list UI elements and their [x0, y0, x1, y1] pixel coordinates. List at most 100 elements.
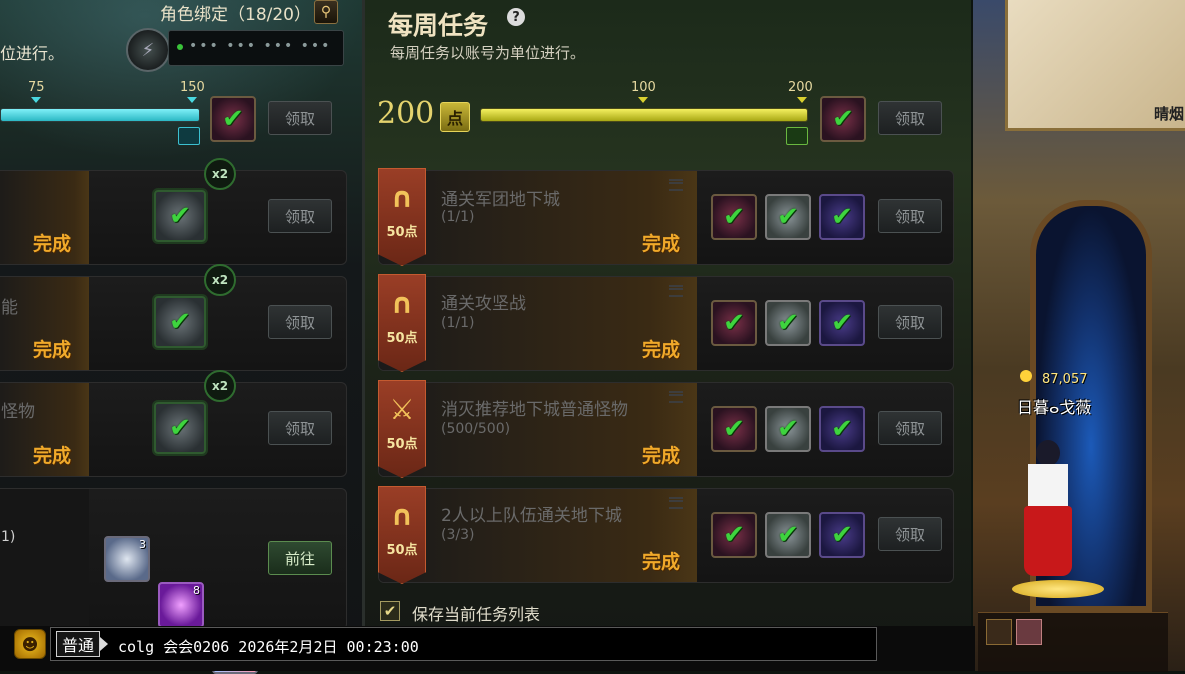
tick-marker [187, 97, 197, 103]
go-button[interactable]: 前往 [268, 541, 332, 575]
player-score: 87,057 [1042, 372, 1088, 387]
help-icon[interactable]: ? [507, 8, 525, 26]
points-badge: 点 [440, 102, 470, 132]
save-list-label: 保存当前任务列表 [412, 605, 541, 624]
claim-button[interactable]: 领取 [878, 517, 942, 551]
check-icon: ✔ [831, 520, 853, 550]
reward-item[interactable]: ✔ [765, 406, 811, 452]
chest-icon[interactable] [178, 127, 200, 145]
chat-message: colg 会会0206 2026年2月2日 00:23:00 [118, 638, 419, 656]
reward-item[interactable]: ✔ [765, 300, 811, 346]
check-icon: ✔ [831, 202, 853, 232]
drag-handle-icon[interactable] [669, 285, 683, 297]
reward-item[interactable]: ✔ [711, 194, 757, 240]
tick-marker [797, 97, 807, 103]
reward-item[interactable]: ✔ [819, 512, 865, 558]
weekly-reward-box[interactable]: ✔ [820, 96, 866, 142]
weekly-task-row: 通关攻坚战 (1/1) 完成 [378, 276, 954, 371]
player-character[interactable] [1018, 440, 1078, 590]
check-icon: ✔ [169, 413, 191, 443]
points-banner: ⚔ 50点 [378, 380, 426, 478]
check-icon: ✔ [831, 308, 853, 338]
check-icon: ✔ [169, 201, 191, 231]
lightning-icon[interactable]: ⚡ [126, 28, 170, 72]
quickslot-bar [978, 612, 1168, 672]
drag-handle-icon[interactable] [669, 179, 683, 191]
status-complete: 完成 [33, 339, 72, 361]
crown-icon [1020, 370, 1032, 382]
search-icon[interactable]: ⚲ [314, 0, 338, 24]
claim-button[interactable]: 领取 [878, 305, 942, 339]
check-icon: ✔ [723, 308, 745, 338]
banner-points: 50点 [386, 225, 418, 240]
task-name-fragment: 怪物 [1, 402, 35, 422]
double-reward-badge: x2 [204, 370, 236, 402]
reward-item[interactable]: ✔ [765, 194, 811, 240]
minimap[interactable]: 晴烟 [1005, 0, 1185, 131]
weekly-claim-button[interactable]: 领取 [878, 101, 942, 135]
task-name: 通关攻坚战 [441, 294, 526, 314]
status-complete: 完成 [642, 445, 681, 467]
daily-tick-75: 75 [28, 80, 45, 95]
reward-item[interactable]: ✔ [154, 402, 206, 454]
drag-handle-icon[interactable] [669, 497, 683, 509]
secure-code-field[interactable]: ••• ••• ••• ••• [168, 30, 344, 66]
reward-item[interactable]: ✔ [711, 300, 757, 346]
reward-item[interactable]: ✔ [819, 300, 865, 346]
check-icon: ✔ [723, 414, 745, 444]
check-icon: ✔ [832, 104, 854, 134]
chat-channel-selector[interactable]: 普通 [56, 631, 100, 657]
save-list-checkbox[interactable]: ✔ [380, 601, 400, 621]
arch-icon: ∩ [390, 287, 414, 320]
tick-marker [638, 97, 648, 103]
status-complete: 完成 [642, 339, 681, 361]
sword-icon: ⚔ [389, 393, 415, 426]
orb-item-icon[interactable]: 8 [158, 582, 204, 628]
claim-button[interactable]: 领取 [268, 411, 332, 445]
masked-code: ••• ••• ••• ••• [189, 38, 332, 54]
daily-reward-box[interactable]: ✔ [210, 96, 256, 142]
reward-item[interactable]: ✔ [819, 194, 865, 240]
channel-arrow-icon[interactable] [100, 637, 108, 651]
daily-progress-bar [0, 108, 200, 122]
reward-item[interactable]: ✔ [765, 512, 811, 558]
emoji-icon[interactable]: ☻ [14, 629, 46, 659]
reward-item[interactable]: ✔ [154, 296, 206, 348]
weekly-points: 200 [377, 96, 435, 131]
check-icon: ✔ [169, 307, 191, 337]
weekly-progress-bar [480, 108, 808, 122]
claim-button[interactable]: 领取 [268, 305, 332, 339]
reward-item[interactable]: ✔ [711, 406, 757, 452]
status-complete: 完成 [642, 233, 681, 255]
reward-item[interactable]: ✔ [154, 190, 206, 242]
task-progress: (3/3) [441, 527, 475, 543]
weekly-subtitle: 每周任务以账号为单位进行。 [390, 44, 586, 62]
double-reward-badge: x2 [204, 264, 236, 296]
drag-handle-icon[interactable] [669, 391, 683, 403]
claim-button[interactable]: 领取 [878, 199, 942, 233]
minimap-label: 晴烟 [1153, 105, 1184, 123]
weekly-task-row: 消灭推荐地下城普通怪物 (500/500) 完成 [378, 382, 954, 477]
check-icon: ✔ [222, 104, 244, 134]
reward-item[interactable]: ✔ [819, 406, 865, 452]
banner-points: 50点 [386, 331, 418, 346]
daily-claim-button[interactable]: 领取 [268, 101, 332, 135]
points-banner: ∩ 50点 [378, 486, 426, 584]
gear-item-icon[interactable]: 3 [104, 536, 150, 582]
task-name: 通关军团地下城 [441, 190, 560, 210]
status-complete: 完成 [33, 233, 72, 255]
task-name: 消灭推荐地下城普通怪物 [441, 400, 628, 420]
claim-button[interactable]: 领取 [268, 199, 332, 233]
claim-button[interactable]: 领取 [878, 411, 942, 445]
reward-item[interactable]: ✔ [711, 512, 757, 558]
daily-subtitle: 位进行。 [0, 44, 65, 63]
daily-tick-150: 150 [180, 80, 205, 95]
task-progress-fragment: 1) [1, 529, 16, 545]
house-icon[interactable] [986, 619, 1012, 645]
avatar[interactable] [1016, 619, 1042, 645]
weekly-tick-200: 200 [788, 80, 813, 95]
arch-icon: ∩ [390, 181, 414, 214]
weekly-title: 每周任务 [388, 11, 489, 40]
player-name[interactable]: 日暮ⴰ戈薇 [1017, 394, 1091, 418]
chest-icon[interactable] [786, 127, 808, 145]
